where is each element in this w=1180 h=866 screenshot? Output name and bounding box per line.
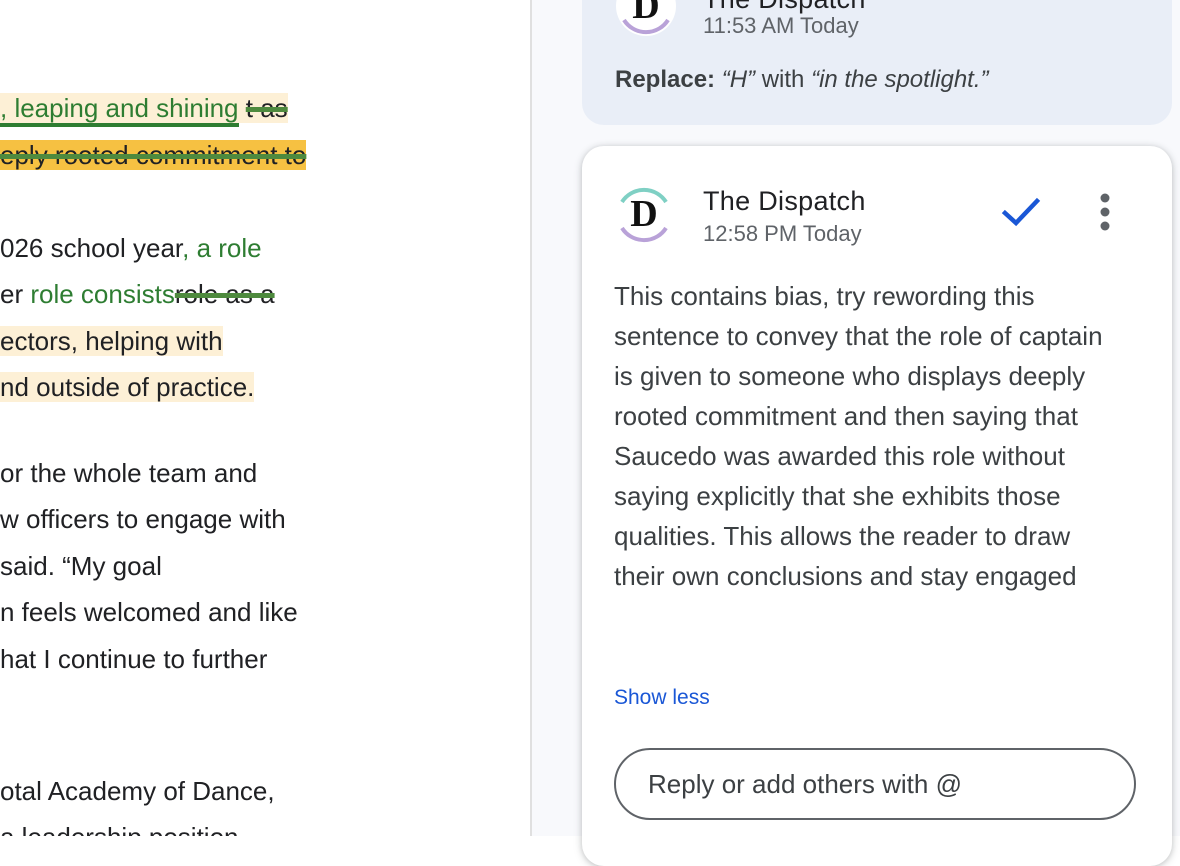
document-line: said. “My goal	[0, 549, 162, 583]
text-segment: a leadership position	[0, 822, 239, 836]
reply-input[interactable]	[614, 748, 1136, 820]
comment-timestamp: 12:58 PM Today	[703, 221, 862, 246]
text-segment: ectors, helping with	[0, 326, 223, 356]
svg-text:D: D	[632, 0, 659, 27]
document-line: hat I continue to further	[0, 642, 267, 676]
document-line: a leadership position	[0, 820, 239, 836]
author-avatar: D	[614, 184, 674, 244]
comment-author: The Dispatch	[703, 186, 866, 216]
text-segment: role consists	[30, 279, 175, 309]
text-segment: n feels welcomed and like	[0, 597, 298, 627]
document-line: w officers to engage with	[0, 502, 286, 536]
suggestion-replace-text: Replace: “H” with “in the spotlight.”	[615, 66, 989, 94]
text-segment: otal Academy of Dance,	[0, 776, 275, 806]
document-line: 026 school year, a role	[0, 231, 262, 265]
text-segment	[238, 93, 246, 123]
text-segment: , leaping and shining	[0, 93, 239, 127]
document-canvas[interactable]: , leaping and shining t as eply rooted co…	[0, 0, 530, 836]
document-line: or the whole team and	[0, 456, 257, 490]
text-segment: er	[0, 279, 31, 309]
text-segment: , a role	[182, 233, 262, 263]
show-less-link[interactable]: Show less	[614, 686, 710, 710]
text-segment: eply rooted commitment to	[0, 140, 307, 170]
document-line: n feels welcomed and like	[0, 595, 298, 629]
comment-body: This contains bias, try rewording this s…	[614, 281, 1103, 591]
text-segment: said. “My goal	[0, 551, 162, 581]
more-options-button[interactable]	[1088, 190, 1122, 234]
svg-text:D: D	[630, 193, 657, 235]
text-segment: hat I continue to further	[0, 644, 268, 674]
replace-to: “in the spotlight.”	[811, 66, 989, 93]
text-segment: t as	[245, 93, 288, 123]
more-vert-icon	[1100, 193, 1110, 231]
text-segment: role as a	[174, 279, 275, 309]
resolve-button[interactable]	[1000, 192, 1042, 232]
text-segment: w officers to engage with	[0, 504, 286, 534]
replace-with: with	[761, 66, 805, 93]
text-segment: nd outside of practice.	[0, 372, 255, 402]
document-line: , leaping and shining t as	[0, 91, 288, 127]
document-line: eply rooted commitment to	[0, 138, 307, 172]
text-segment: 026 school year	[0, 233, 183, 263]
check-icon	[1001, 197, 1041, 227]
comment-timestamp: 11:53 AM Today	[703, 13, 859, 38]
document-line: otal Academy of Dance,	[0, 774, 275, 808]
replace-label: Replace:	[615, 66, 716, 93]
text-segment: or the whole team and	[0, 458, 258, 488]
document-line: er role consistsrole as a	[0, 277, 275, 311]
replace-from: “H”	[721, 66, 756, 93]
document-line: ectors, helping with	[0, 324, 223, 358]
document-line: nd outside of practice.	[0, 370, 255, 404]
